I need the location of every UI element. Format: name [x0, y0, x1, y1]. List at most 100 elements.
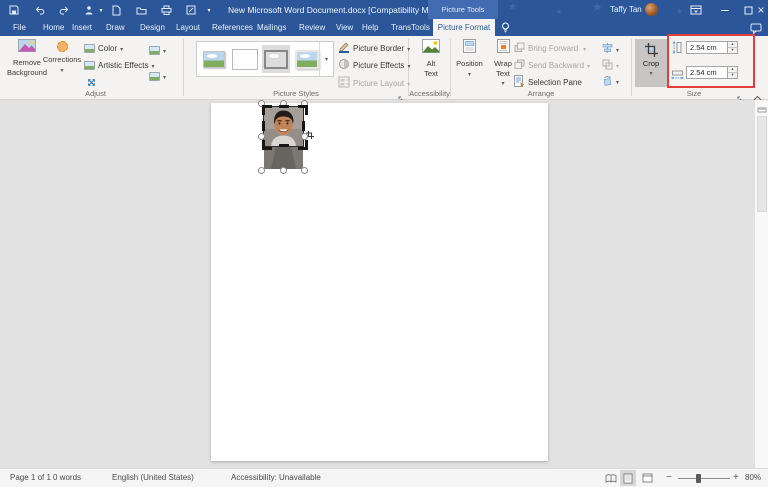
shape-height-input[interactable]	[686, 41, 728, 54]
wrap-text-icon	[497, 39, 510, 56]
shape-width-input[interactable]	[686, 66, 728, 79]
zoom-slider-thumb[interactable]	[696, 474, 701, 483]
crop-button-active[interactable]: Crop	[635, 39, 667, 87]
picture-style-option[interactable]	[231, 45, 259, 73]
artistic-effects-menu-button[interactable]: Artistic Effects	[84, 57, 155, 73]
user-name[interactable]: Taffy Tan	[610, 0, 642, 20]
document-page[interactable]	[211, 103, 548, 461]
editor-icon[interactable]	[185, 4, 197, 16]
selection-handle[interactable]	[301, 167, 308, 174]
picture-style-option[interactable]	[200, 45, 228, 73]
change-picture-caret-icon	[163, 72, 166, 81]
compress-pictures-icon	[149, 46, 160, 55]
width-spin-down-icon[interactable]	[728, 73, 737, 78]
tab-mailings[interactable]: Mailings	[257, 20, 286, 36]
rotate-button[interactable]	[602, 73, 619, 89]
corrections-sun-icon	[57, 41, 68, 52]
redo-icon[interactable]	[58, 4, 70, 16]
corrections-button[interactable]: Corrections	[44, 39, 80, 76]
position-button[interactable]: Position	[453, 39, 486, 79]
undo-icon[interactable]	[33, 4, 45, 16]
height-spin-down-icon[interactable]	[728, 48, 737, 53]
picture-border-icon	[338, 41, 350, 55]
height-spinner[interactable]	[728, 41, 738, 54]
send-backward-button-disabled: Send Backward	[514, 57, 586, 73]
picture-layout-caret-icon	[407, 79, 410, 88]
tab-picture-format-active[interactable]: Picture Format	[433, 19, 495, 36]
ribbon-display-options-icon[interactable]	[687, 0, 705, 20]
crop-handle-edge[interactable]	[262, 121, 265, 131]
remove-background-button[interactable]: Remove Background	[6, 39, 48, 77]
selection-handle[interactable]	[258, 133, 265, 140]
selection-pane-button[interactable]: Selection Pane	[514, 74, 582, 90]
read-mode-button[interactable]	[603, 470, 619, 486]
width-spinner[interactable]	[728, 66, 738, 79]
tab-layout[interactable]: Layout	[176, 20, 200, 36]
align-icon	[602, 43, 613, 55]
star-decoration-icon	[508, 3, 517, 13]
selection-handle[interactable]	[280, 167, 287, 174]
tab-home[interactable]: Home	[43, 20, 64, 36]
bring-forward-label: Bring Forward	[528, 44, 578, 53]
compress-pictures-button[interactable]	[149, 42, 166, 58]
gallery-more-button[interactable]	[319, 42, 333, 76]
crop-handle-edge[interactable]	[279, 144, 289, 147]
comment-icon[interactable]	[750, 22, 762, 34]
crop-handle-corner[interactable]	[298, 105, 308, 115]
picture-styles-group-label: Picture Styles	[185, 89, 407, 98]
wrap-text-label: Wrap Text	[491, 59, 515, 79]
page-count[interactable]: Page 1 of 1	[10, 469, 51, 487]
crop-handle-edge[interactable]	[302, 121, 305, 131]
print-icon[interactable]	[160, 4, 172, 16]
word-count[interactable]: 0 words	[53, 469, 81, 487]
minimize-button[interactable]	[716, 0, 734, 20]
position-caret-icon	[468, 69, 471, 80]
avatar[interactable]	[645, 3, 658, 16]
zoom-in-button[interactable]	[733, 469, 739, 487]
picture-style-option-selected[interactable]	[262, 45, 290, 73]
new-document-icon[interactable]	[110, 4, 122, 16]
zoom-level[interactable]: 80%	[745, 469, 761, 487]
crop-handle-corner[interactable]	[262, 140, 272, 150]
bring-forward-caret-icon	[583, 44, 586, 53]
tab-design[interactable]: Design	[140, 20, 165, 36]
accessibility-group-label: Accessibility	[409, 89, 450, 98]
color-menu-button[interactable]: Color	[84, 40, 123, 56]
alt-text-label: Alt Text	[421, 59, 441, 79]
save-icon[interactable]	[8, 4, 20, 16]
language-status[interactable]: English (United States)	[112, 469, 194, 487]
tab-transtools[interactable]: TransTools	[391, 20, 430, 36]
alt-text-button[interactable]: Alt Text	[412, 39, 450, 78]
picture-effects-button[interactable]: Picture Effects	[338, 57, 410, 73]
scrollbar-thumb[interactable]	[757, 116, 767, 212]
picture-border-button[interactable]: Picture Border	[338, 40, 410, 56]
tab-draw[interactable]: Draw	[106, 20, 125, 36]
crop-caret-icon	[649, 68, 652, 77]
touch-mode-caret-icon[interactable]	[95, 4, 107, 16]
zoom-out-button[interactable]	[666, 469, 672, 487]
crop-handle-edge[interactable]	[279, 105, 289, 108]
bring-forward-button-disabled: Bring Forward	[514, 40, 586, 56]
tab-review[interactable]: Review	[299, 20, 325, 36]
picture-style-option[interactable]	[293, 45, 321, 73]
qat-customize-icon[interactable]	[203, 4, 215, 16]
print-layout-button-selected[interactable]	[620, 470, 636, 486]
tab-view[interactable]: View	[336, 20, 353, 36]
shape-width-icon	[671, 67, 684, 85]
tab-insert[interactable]: Insert	[72, 20, 92, 36]
zoom-slider-track[interactable]	[678, 478, 730, 479]
close-button[interactable]	[752, 0, 768, 20]
touch-mode-icon[interactable]	[83, 4, 95, 16]
web-layout-button[interactable]	[639, 470, 655, 486]
change-picture-button[interactable]	[149, 68, 166, 84]
align-button[interactable]	[602, 41, 619, 57]
tab-references[interactable]: References	[212, 20, 253, 36]
crop-handle-corner[interactable]	[262, 105, 272, 115]
vertical-scrollbar[interactable]	[754, 100, 768, 468]
accessibility-status[interactable]: Accessibility: Unavailable	[231, 469, 321, 487]
selection-handle[interactable]	[258, 167, 265, 174]
tab-file[interactable]: File	[13, 20, 26, 36]
tab-help[interactable]: Help	[362, 20, 378, 36]
open-icon[interactable]	[135, 4, 147, 16]
picture-effects-label: Picture Effects	[353, 61, 404, 70]
